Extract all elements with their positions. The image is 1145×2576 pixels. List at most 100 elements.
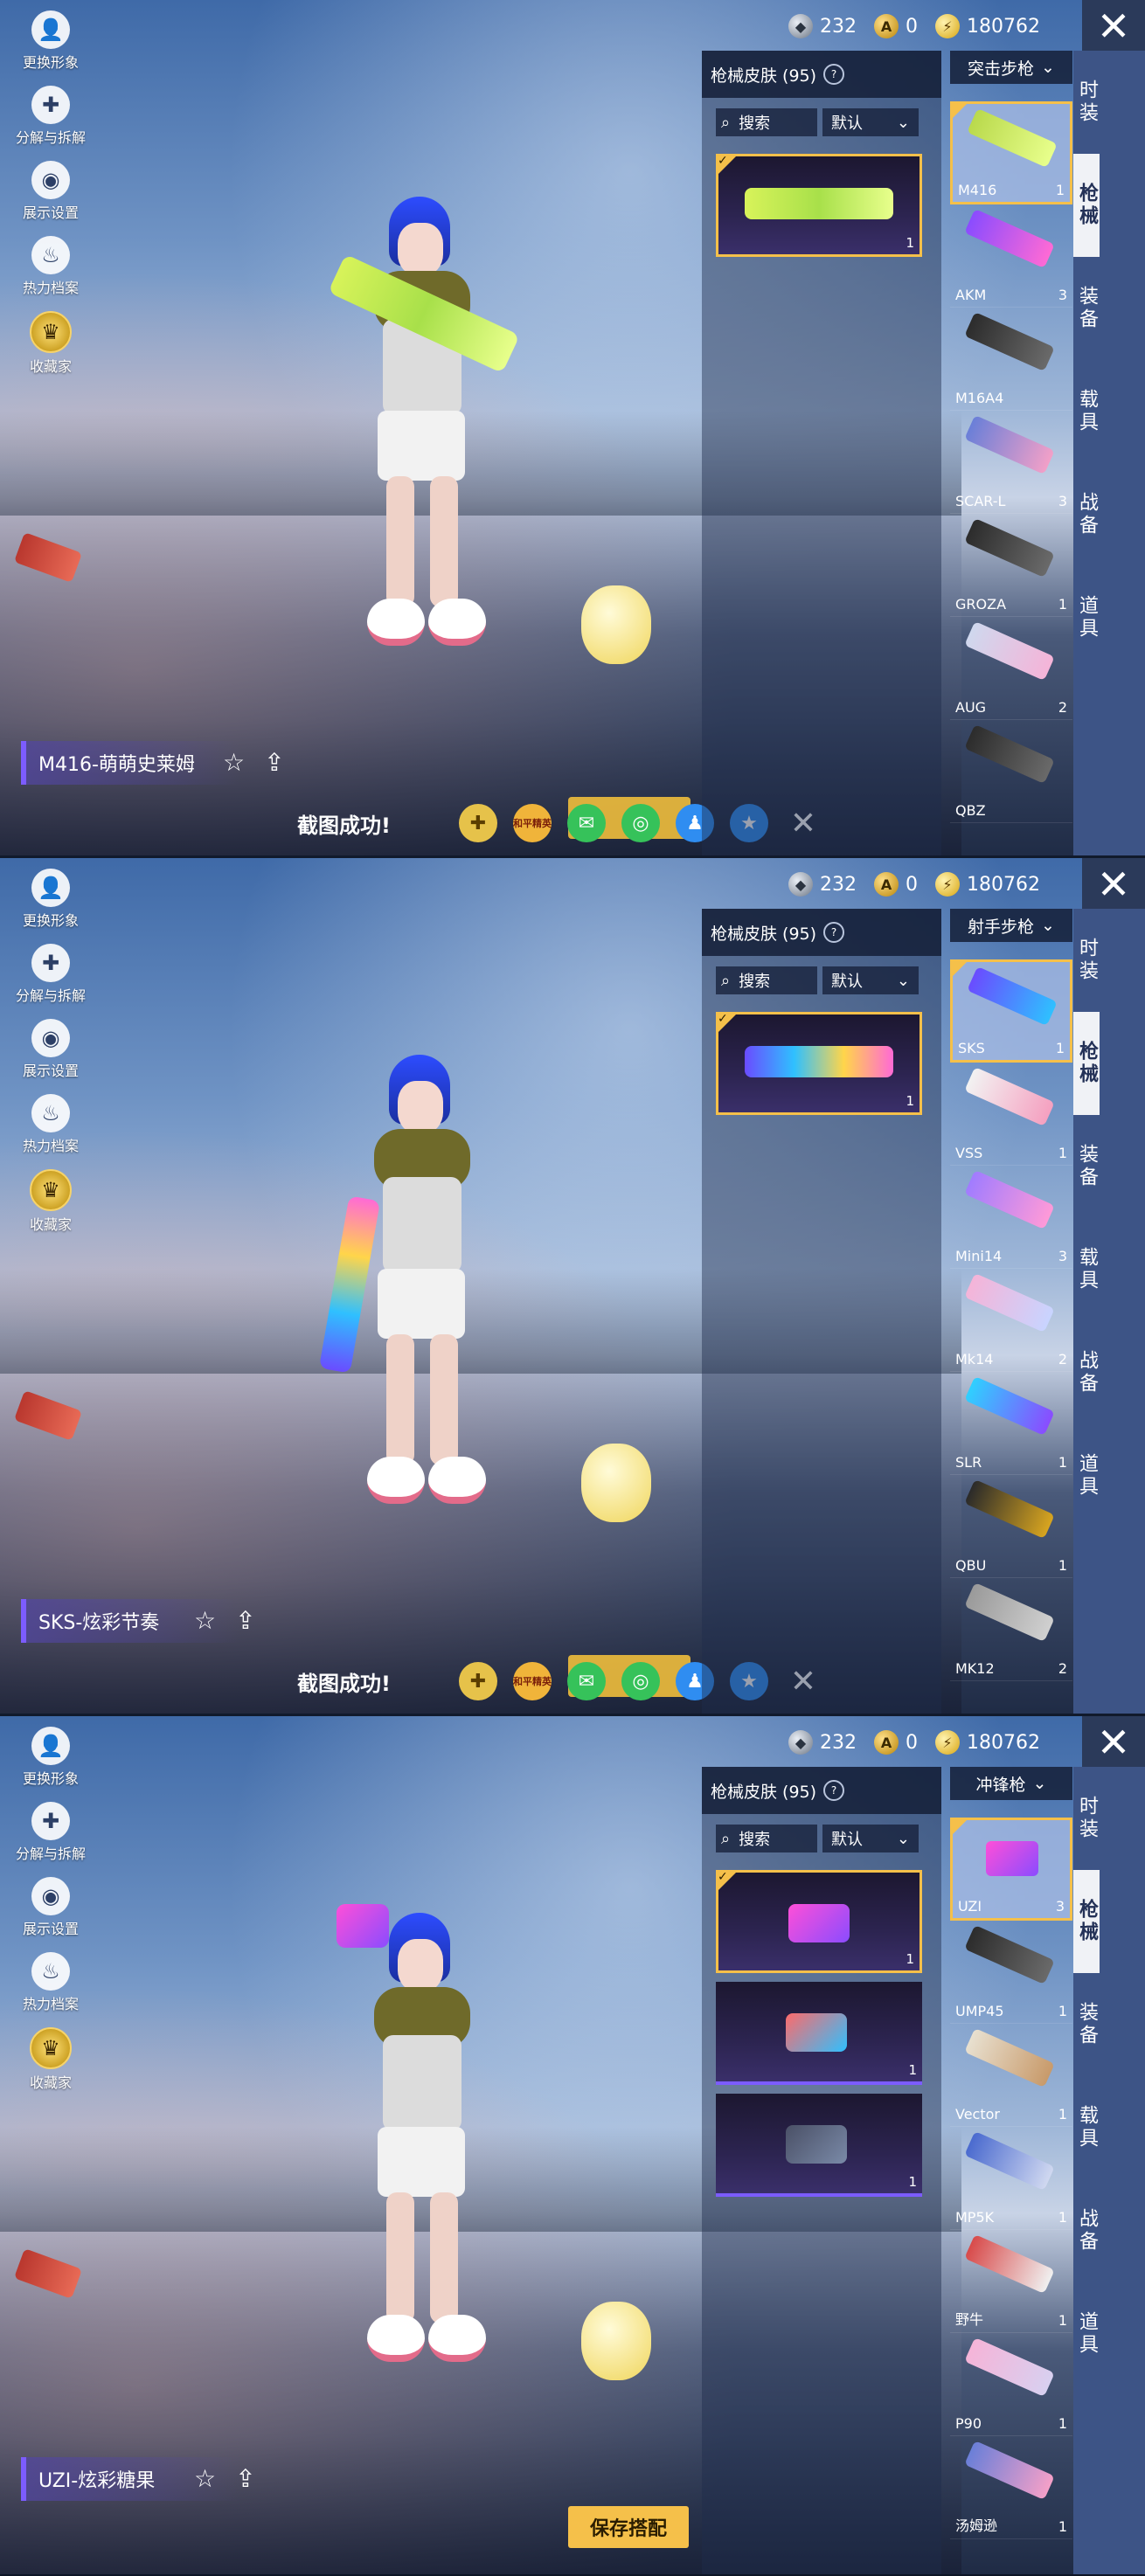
collector-button[interactable]: ♛ 收藏家 bbox=[7, 311, 94, 376]
collector-button[interactable]: ♛ 收藏家 bbox=[7, 2027, 94, 2092]
skin-card[interactable]: ✓ 1 bbox=[716, 1012, 922, 1115]
weapon-item[interactable]: Mk14 2 bbox=[950, 1269, 1072, 1372]
tab-equipment[interactable]: 装备 bbox=[1073, 1115, 1100, 1218]
help-icon[interactable]: ? bbox=[823, 64, 845, 85]
share-icon[interactable]: ⇪ bbox=[235, 2464, 255, 2493]
help-icon[interactable]: ? bbox=[823, 922, 845, 943]
display-settings-button[interactable]: ◉ 展示设置 bbox=[7, 1877, 94, 1938]
share-icon[interactable]: ⇪ bbox=[264, 748, 284, 777]
change-avatar-button[interactable]: 👤 更换形象 bbox=[7, 1727, 94, 1788]
close-icon: ✕ bbox=[1096, 3, 1131, 50]
weapon-item[interactable]: QBZ bbox=[950, 720, 1072, 823]
share-game-button[interactable]: ✚ bbox=[458, 1662, 497, 1700]
skin-list-panel: 枪械皮肤 (95) ? ⌕ 搜索 默认 ⌄ ✓ 1 1 1 bbox=[702, 1767, 941, 2574]
moments-icon[interactable]: ◎ bbox=[621, 1662, 660, 1700]
weapon-category-dropdown[interactable]: 冲锋枪 ⌄ bbox=[950, 1767, 1072, 1800]
weapon-item[interactable]: MK12 2 bbox=[950, 1578, 1072, 1681]
display-settings-button[interactable]: ◉ 展示设置 bbox=[7, 1019, 94, 1080]
chick-pet bbox=[581, 585, 651, 664]
skin-card[interactable]: ✓ 1 bbox=[716, 1870, 922, 1973]
weapon-item[interactable]: UMP45 1 bbox=[950, 1921, 1072, 2024]
heat-archive-button[interactable]: ♨ 热力档案 bbox=[7, 1952, 94, 2013]
star-icon[interactable]: ☆ bbox=[223, 748, 245, 777]
tab-battle-prep[interactable]: 战备 bbox=[1073, 2179, 1100, 2282]
display-settings-button[interactable]: ◉ 展示设置 bbox=[7, 161, 94, 222]
weapon-item[interactable]: M16A4 bbox=[950, 308, 1072, 411]
weapon-item[interactable]: SLR 1 bbox=[950, 1372, 1072, 1475]
tab-battle-prep[interactable]: 战备 bbox=[1073, 1321, 1100, 1424]
left-menu: 👤 更换形象 ✚ 分解与拆解 ◉ 展示设置 ♨ 热力档案 ♛ 收藏家 bbox=[7, 869, 94, 1248]
weapon-item[interactable]: Vector 1 bbox=[950, 2024, 1072, 2127]
tab-vehicles[interactable]: 载具 bbox=[1073, 360, 1100, 463]
collector-button[interactable]: ♛ 收藏家 bbox=[7, 1169, 94, 1234]
skin-card[interactable]: 1 bbox=[716, 2094, 922, 2197]
heat-archive-button[interactable]: ♨ 热力档案 bbox=[7, 236, 94, 297]
tab-equipment[interactable]: 装备 bbox=[1073, 257, 1100, 360]
tab-vehicles[interactable]: 载具 bbox=[1073, 1218, 1100, 1321]
tab-equipment[interactable]: 装备 bbox=[1073, 1973, 1100, 2076]
weapon-list: M416 1 AKM 3 M16A4 SCAR-L 3 GROZA 1 AUG 2 QBZ bbox=[950, 101, 1072, 823]
close-button[interactable]: ✕ bbox=[1082, 858, 1145, 911]
weapon-item[interactable]: AKM 3 bbox=[950, 204, 1072, 308]
help-icon[interactable]: ? bbox=[823, 1780, 845, 1801]
heat-archive-button[interactable]: ♨ 热力档案 bbox=[7, 1094, 94, 1155]
sort-dropdown[interactable]: 默认 ⌄ bbox=[822, 966, 919, 994]
share-logo-button[interactable]: 和平精英 bbox=[512, 1662, 552, 1700]
search-box[interactable]: ⌕ 搜索 bbox=[716, 1825, 817, 1852]
moments-icon[interactable]: ◎ bbox=[621, 804, 660, 842]
search-icon: ⌕ bbox=[721, 1829, 731, 1848]
weapon-item[interactable]: Mini14 3 bbox=[950, 1166, 1072, 1269]
tab-items[interactable]: 道具 bbox=[1073, 566, 1100, 669]
skin-panel-header: 枪械皮肤 (95) ? bbox=[702, 1767, 941, 1814]
weapon-item[interactable]: QBU 1 bbox=[950, 1475, 1072, 1578]
wechat-icon[interactable]: ✉ bbox=[566, 804, 606, 842]
weapon-item[interactable]: GROZA 1 bbox=[950, 514, 1072, 617]
tab-items[interactable]: 道具 bbox=[1073, 2282, 1100, 2386]
skin-card[interactable]: 1 bbox=[716, 1982, 922, 2085]
change-avatar-button[interactable]: 👤 更换形象 bbox=[7, 10, 94, 72]
weapon-item[interactable]: 汤姆逊 1 bbox=[950, 2436, 1072, 2539]
weapon-category-dropdown[interactable]: 突击步枪 ⌄ bbox=[950, 51, 1072, 84]
star-icon[interactable]: ☆ bbox=[194, 2464, 216, 2493]
weapon-item[interactable]: UZI 3 bbox=[950, 1818, 1072, 1921]
decompose-button[interactable]: ✚ 分解与拆解 bbox=[7, 1802, 94, 1863]
tab-fashion[interactable]: 时装 bbox=[1073, 1767, 1100, 1870]
save-outfit-button[interactable]: 保存搭配 bbox=[568, 2506, 689, 2548]
skin-card[interactable]: ✓ 1 bbox=[716, 154, 922, 257]
weapon-item[interactable]: P90 1 bbox=[950, 2333, 1072, 2436]
star-icon[interactable]: ☆ bbox=[194, 1606, 216, 1635]
change-avatar-button[interactable]: 👤 更换形象 bbox=[7, 869, 94, 930]
tab-fashion[interactable]: 时装 bbox=[1073, 51, 1100, 154]
tab-guns[interactable]: 枪械 bbox=[1073, 1870, 1100, 1973]
chevron-down-icon: ⌄ bbox=[1032, 1774, 1047, 1793]
tab-battle-prep[interactable]: 战备 bbox=[1073, 463, 1100, 566]
tab-items[interactable]: 道具 bbox=[1073, 1424, 1100, 1527]
search-box[interactable]: ⌕ 搜索 bbox=[716, 966, 817, 994]
weapon-item[interactable]: MP5K 1 bbox=[950, 2127, 1072, 2230]
sort-dropdown[interactable]: 默认 ⌄ bbox=[822, 108, 919, 136]
weapon-item[interactable]: SKS 1 bbox=[950, 959, 1072, 1063]
share-game-button[interactable]: ✚ bbox=[458, 804, 497, 842]
search-box[interactable]: ⌕ 搜索 bbox=[716, 108, 817, 136]
weapon-item[interactable]: VSS 1 bbox=[950, 1063, 1072, 1166]
weapon-item[interactable]: 野牛 1 bbox=[950, 2230, 1072, 2333]
weapon-category-dropdown[interactable]: 射手步枪 ⌄ bbox=[950, 909, 1072, 942]
close-button[interactable]: ✕ bbox=[1082, 1716, 1145, 1769]
share-logo-button[interactable]: 和平精英 bbox=[512, 804, 552, 842]
close-button[interactable]: ✕ bbox=[1082, 0, 1145, 52]
tab-vehicles[interactable]: 载具 bbox=[1073, 2076, 1100, 2179]
weapon-item[interactable]: M416 1 bbox=[950, 101, 1072, 204]
weapon-item[interactable]: AUG 2 bbox=[950, 617, 1072, 720]
decompose-button[interactable]: ✚ 分解与拆解 bbox=[7, 86, 94, 147]
gold-amount: 0 bbox=[906, 15, 919, 38]
weapon-item[interactable]: SCAR-L 3 bbox=[950, 411, 1072, 514]
selected-check-icon: ✓ bbox=[716, 1870, 739, 1893]
sort-dropdown[interactable]: 默认 ⌄ bbox=[822, 1825, 919, 1852]
tab-fashion[interactable]: 时装 bbox=[1073, 909, 1100, 1012]
character-model[interactable] bbox=[315, 1904, 524, 2376]
tab-guns[interactable]: 枪械 bbox=[1073, 154, 1100, 257]
wechat-icon[interactable]: ✉ bbox=[566, 1662, 606, 1700]
tab-guns[interactable]: 枪械 bbox=[1073, 1012, 1100, 1115]
share-icon[interactable]: ⇪ bbox=[235, 1606, 255, 1635]
decompose-button[interactable]: ✚ 分解与拆解 bbox=[7, 944, 94, 1005]
